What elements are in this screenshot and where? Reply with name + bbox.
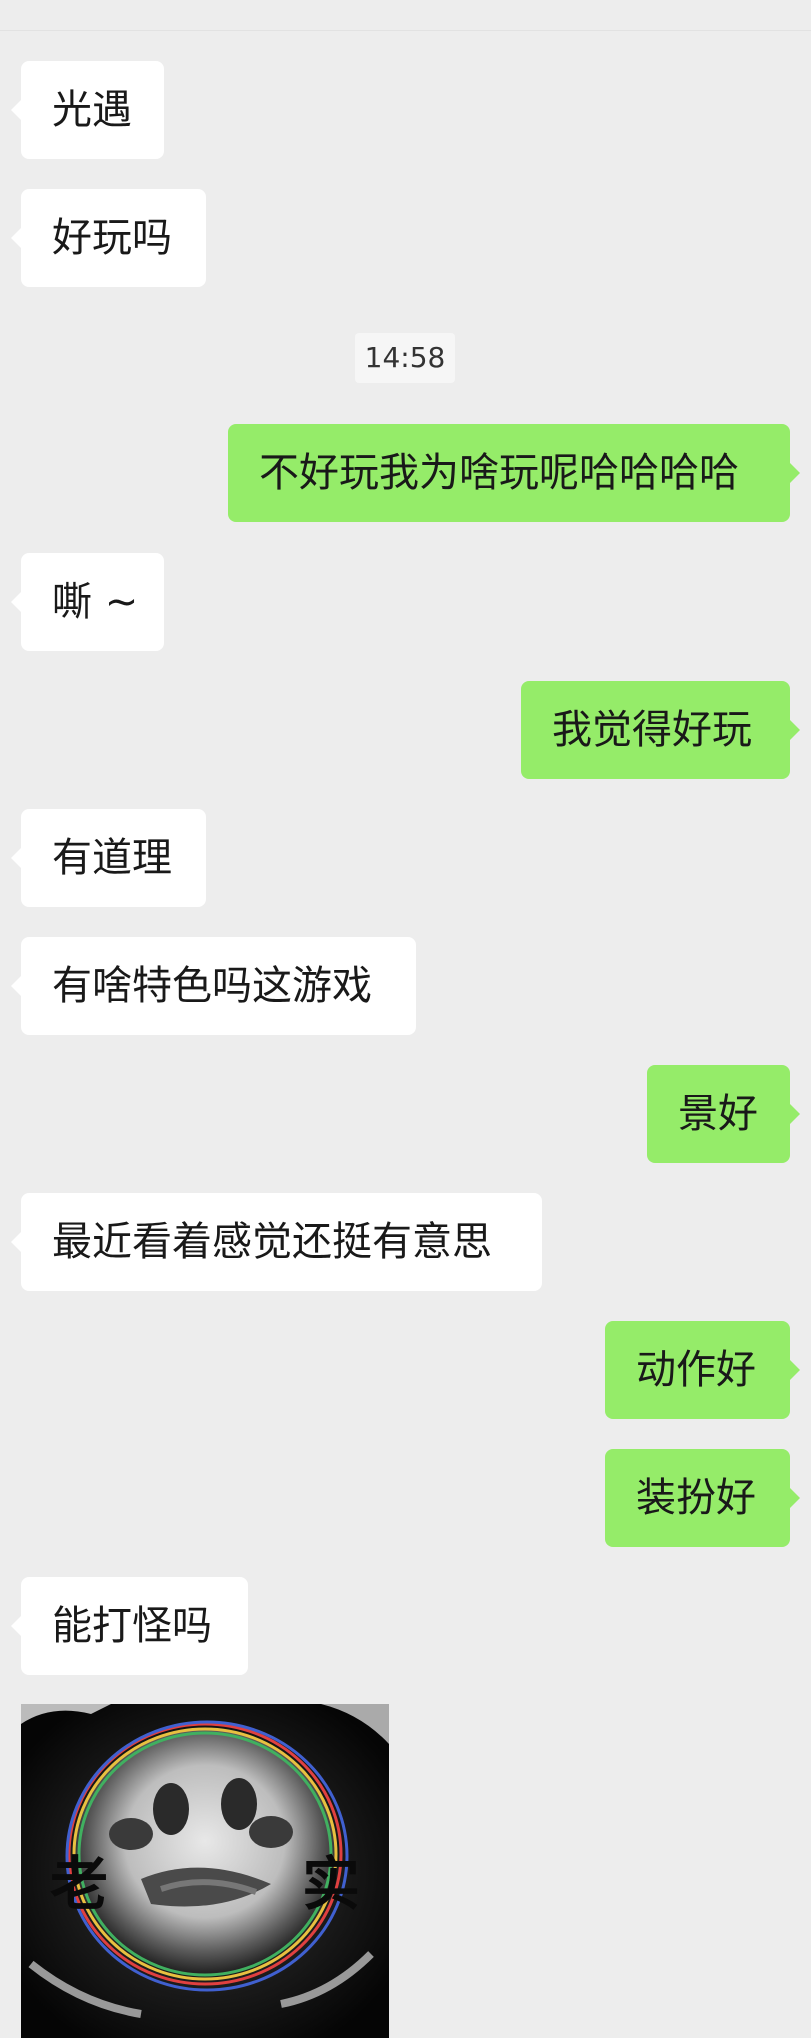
chat-bubble-incoming[interactable]: 最近看着感觉还挺有意思: [11, 1193, 542, 1291]
chat-bubble-outgoing[interactable]: 我觉得好玩: [521, 681, 800, 779]
sticker-image[interactable]: 老 实: [21, 1704, 389, 2038]
chat-bubble-outgoing[interactable]: 不好玩我为啥玩呢哈哈哈哈: [228, 424, 800, 522]
chat-bubble-incoming[interactable]: 能打怪吗: [11, 1577, 248, 1675]
chat-bubble-outgoing[interactable]: 动作好: [605, 1321, 800, 1419]
message-timestamp: 14:58: [355, 333, 455, 383]
chat-bubble-incoming[interactable]: 有道理: [11, 809, 206, 907]
header-divider: [0, 30, 811, 31]
meme-face-sticker: 老 实: [21, 1704, 389, 2038]
chat-bubble-outgoing[interactable]: 装扮好: [605, 1449, 800, 1547]
sticker-text-right: 实: [302, 1850, 360, 1918]
chat-bubble-incoming[interactable]: 好玩吗: [11, 189, 206, 287]
chat-bubble-incoming[interactable]: 有啥特色吗这游戏: [11, 937, 416, 1035]
sticker-text-left: 老: [50, 1850, 108, 1918]
chat-bubble-outgoing[interactable]: 景好: [647, 1065, 800, 1163]
chat-bubble-incoming[interactable]: 光遇: [11, 61, 164, 159]
chat-bubble-incoming[interactable]: 嘶 ~: [11, 553, 164, 651]
